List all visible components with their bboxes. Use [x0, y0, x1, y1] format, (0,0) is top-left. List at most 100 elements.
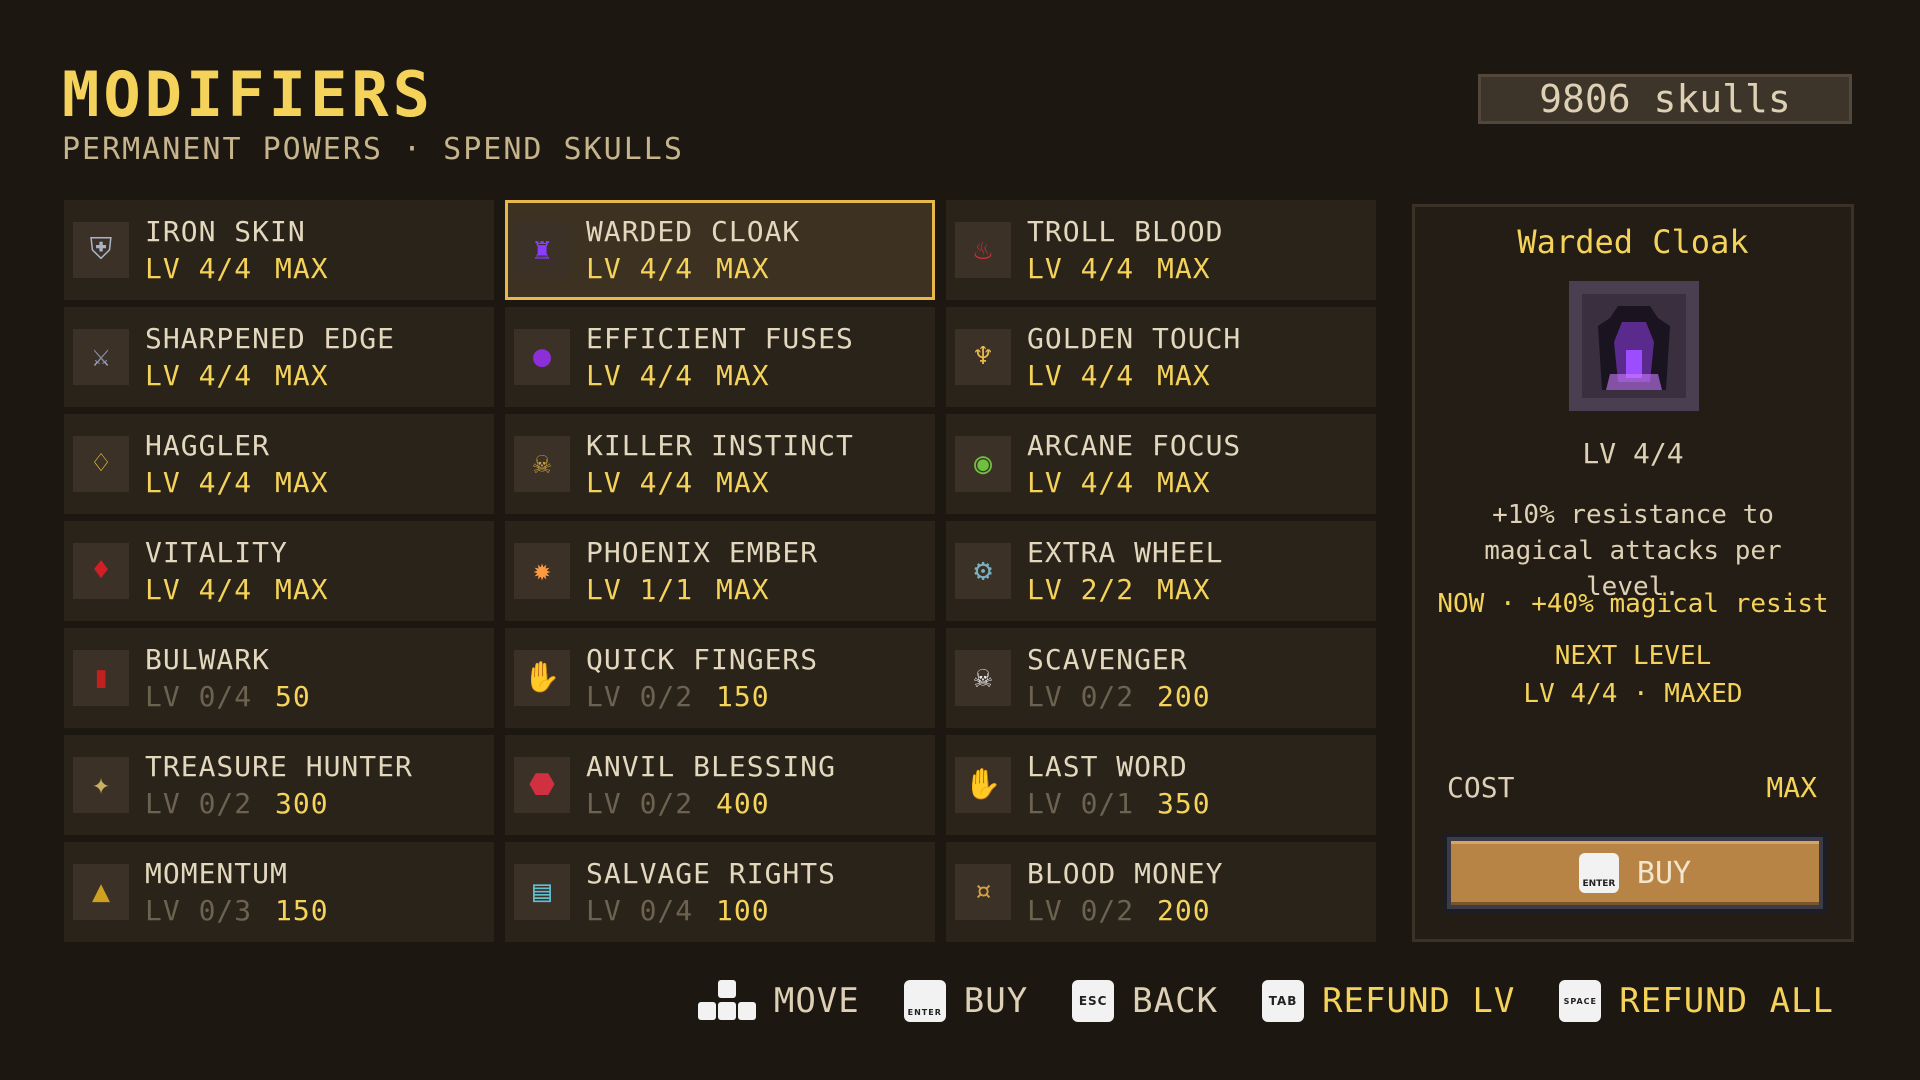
modifier-cost: 100 — [716, 894, 770, 927]
modifier-name: KILLER INSTINCT — [586, 429, 854, 462]
hint-refund-all-label: REFUND ALL — [1619, 981, 1834, 1021]
hint-move[interactable]: MOVE — [697, 980, 860, 1022]
modifier-grid: ⛨ IRON SKIN LV 4/4 MAX ♜ WARDED CLOAK LV 4/4 MA… — [64, 200, 1376, 942]
coin-hand-icon: ¤ — [955, 864, 1011, 920]
modifier-name: EXTRA WHEEL — [1027, 536, 1224, 569]
hint-back[interactable]: ESC BACK — [1072, 980, 1218, 1022]
modifier-name: MOMENTUM — [145, 857, 288, 890]
modifier-card[interactable]: ☠ SCAVENGER LV 0/2 200 — [946, 628, 1376, 728]
hint-refund-all[interactable]: SPACE REFUND ALL — [1559, 980, 1834, 1022]
modifier-max-badge: MAX — [1157, 252, 1211, 285]
modifier-card[interactable]: ⛨ IRON SKIN LV 4/4 MAX — [64, 200, 494, 300]
modifier-max-badge: MAX — [716, 252, 770, 285]
modifier-level: LV 4/4 — [586, 359, 694, 392]
space-key-icon: SPACE — [1559, 980, 1602, 1022]
modifier-level: LV 4/4 — [145, 466, 253, 499]
modifier-level: LV 4/4 — [145, 359, 253, 392]
chalice-icon: ♆ — [955, 329, 1011, 385]
modifier-level: LV 2/2 — [1027, 573, 1135, 606]
modifier-card[interactable]: ◉ ARCANE FOCUS LV 4/4 MAX — [946, 414, 1376, 514]
modifier-card[interactable]: ¤ BLOOD MONEY LV 0/2 200 — [946, 842, 1376, 942]
modifier-max-badge: MAX — [716, 573, 770, 606]
modifier-max-badge: MAX — [716, 466, 770, 499]
modifier-level: LV 0/3 — [145, 894, 253, 927]
modifier-card[interactable]: ⚙ EXTRA WHEEL LV 2/2 MAX — [946, 521, 1376, 621]
phoenix-icon: ✹ — [514, 543, 570, 599]
scrap-icon: ▤ — [514, 864, 570, 920]
modifier-cost: 200 — [1157, 894, 1211, 927]
modifier-card[interactable]: ✹ PHOENIX EMBER LV 1/1 MAX — [505, 521, 935, 621]
modifier-card[interactable]: ♢ HAGGLER LV 4/4 MAX — [64, 414, 494, 514]
modifier-card[interactable]: ✋ LAST WORD LV 0/1 350 — [946, 735, 1376, 835]
modifier-card[interactable]: ▲ MOMENTUM LV 0/3 150 — [64, 842, 494, 942]
modifier-name: QUICK FINGERS — [586, 643, 819, 676]
modifier-name: BLOOD MONEY — [1027, 857, 1224, 890]
hint-buy-label: BUY — [963, 981, 1029, 1021]
hint-buy[interactable]: ENTER BUY — [903, 980, 1029, 1022]
modifier-level: LV 4/4 — [1027, 359, 1135, 392]
control-hints: MOVE ENTER BUY ESC BACK TAB REFUND LV SP… — [697, 980, 1834, 1022]
modifier-max-badge: MAX — [1157, 573, 1211, 606]
hint-move-label: MOVE — [773, 981, 860, 1021]
modifier-name: SALVAGE RIGHTS — [586, 857, 837, 890]
modifier-level: LV 4/4 — [145, 573, 253, 606]
page-subtitle: PERMANENT POWERS · SPEND SKULLS — [62, 132, 684, 167]
modifier-level: LV 0/2 — [1027, 894, 1135, 927]
hint-refund-level[interactable]: TAB REFUND LV — [1262, 980, 1515, 1022]
modifier-level: LV 0/1 — [1027, 787, 1135, 820]
modifier-max-badge: MAX — [716, 359, 770, 392]
modifier-cost: 50 — [275, 680, 311, 713]
modifier-card[interactable]: ⚔ SHARPENED EDGE LV 4/4 MAX — [64, 307, 494, 407]
modifier-card[interactable]: ♜ WARDED CLOAK LV 4/4 MAX — [505, 200, 935, 300]
modifier-level: LV 4/4 — [586, 252, 694, 285]
modifier-card[interactable]: ♨ TROLL BLOOD LV 4/4 MAX — [946, 200, 1376, 300]
hint-refund-level-label: REFUND LV — [1322, 981, 1516, 1021]
dpad-icon — [697, 980, 756, 1022]
sword-icon: ⚔ — [73, 329, 129, 385]
tower-shield-icon: ▮ — [73, 650, 129, 706]
modifier-card[interactable]: ● EFFICIENT FUSES LV 4/4 MAX — [505, 307, 935, 407]
buy-button[interactable]: ENTER BUY — [1443, 833, 1827, 913]
assassin-icon: ☠ — [514, 436, 570, 492]
modifier-level: LV 4/4 — [145, 252, 253, 285]
modifier-level: LV 0/4 — [586, 894, 694, 927]
modifier-cost: 400 — [716, 787, 770, 820]
bomb-icon: ● — [514, 329, 570, 385]
modifier-name: EFFICIENT FUSES — [586, 322, 854, 355]
modifier-card[interactable]: ☠ KILLER INSTINCT LV 4/4 MAX — [505, 414, 935, 514]
modifier-name: TREASURE HUNTER — [145, 750, 413, 783]
detail-next-level-value: LV 4/4 · MAXED — [1523, 679, 1743, 709]
detail-cost-label: COST — [1447, 771, 1515, 804]
modifier-level: LV 0/4 — [145, 680, 253, 713]
detail-next-level-label: NEXT LEVEL — [1554, 641, 1712, 671]
modifier-cost: 150 — [275, 894, 329, 927]
zombie-hand-icon: ✋ — [955, 757, 1011, 813]
enter-key-icon: ENTER — [903, 980, 946, 1022]
cloak-icon: ♜ — [514, 222, 570, 278]
modifier-max-badge: MAX — [1157, 466, 1211, 499]
modifier-max-badge: MAX — [275, 252, 329, 285]
purse-icon: ♢ — [73, 436, 129, 492]
anvil-icon: ⬣ — [514, 757, 570, 813]
modifier-name: ANVIL BLESSING — [586, 750, 837, 783]
modifier-card[interactable]: ♦ VITALITY LV 4/4 MAX — [64, 521, 494, 621]
enter-key-icon: ENTER — [1578, 853, 1619, 893]
detail-cost-value: MAX — [1766, 771, 1817, 804]
modifier-level: LV 0/2 — [586, 787, 694, 820]
modifier-card[interactable]: ⬣ ANVIL BLESSING LV 0/2 400 — [505, 735, 935, 835]
hint-back-label: BACK — [1132, 981, 1219, 1021]
boot-icon: ▲ — [73, 864, 129, 920]
modifier-card[interactable]: ✋ QUICK FINGERS LV 0/2 150 — [505, 628, 935, 728]
modifier-cost: 150 — [716, 680, 770, 713]
gears-icon: ⚙ — [955, 543, 1011, 599]
modifier-card[interactable]: ▮ BULWARK LV 0/4 50 — [64, 628, 494, 728]
modifier-card[interactable]: ♆ GOLDEN TOUCH LV 4/4 MAX — [946, 307, 1376, 407]
modifier-name: WARDED CLOAK — [586, 215, 801, 248]
modifier-level: LV 0/2 — [145, 787, 253, 820]
detail-level: LV 4/4 — [1582, 437, 1684, 470]
modifier-card[interactable]: ▤ SALVAGE RIGHTS LV 0/4 100 — [505, 842, 935, 942]
modifier-card[interactable]: ✦ TREASURE HUNTER LV 0/2 300 — [64, 735, 494, 835]
armor-icon: ⛨ — [73, 222, 129, 278]
modifier-level: LV 4/4 — [586, 466, 694, 499]
esc-key-icon: ESC — [1072, 980, 1115, 1022]
